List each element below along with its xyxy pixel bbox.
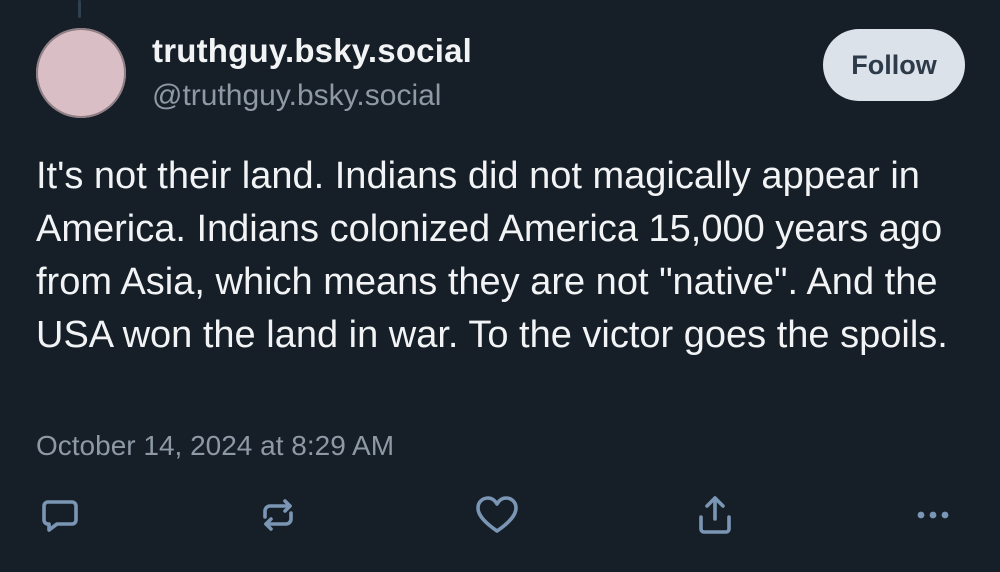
more-options-button[interactable]: [908, 490, 958, 540]
follow-button[interactable]: Follow: [823, 29, 965, 101]
thread-connector-line: [78, 0, 81, 18]
like-icon: [474, 493, 520, 537]
repost-icon: [256, 493, 300, 537]
repost-button[interactable]: [253, 490, 303, 540]
avatar[interactable]: [36, 28, 126, 118]
author-handle[interactable]: @truthguy.bsky.social: [152, 79, 441, 113]
like-button[interactable]: [472, 490, 522, 540]
more-options-icon: [911, 493, 955, 537]
share-icon: [693, 493, 737, 537]
post-text: It's not their land. Indians did not mag…: [36, 155, 948, 356]
share-button[interactable]: [690, 490, 740, 540]
author-display-name[interactable]: truthguy.bsky.social: [152, 32, 472, 70]
reply-icon: [38, 493, 82, 537]
reply-button[interactable]: [35, 490, 85, 540]
post-timestamp[interactable]: October 14, 2024 at 8:29 AM: [36, 430, 394, 462]
